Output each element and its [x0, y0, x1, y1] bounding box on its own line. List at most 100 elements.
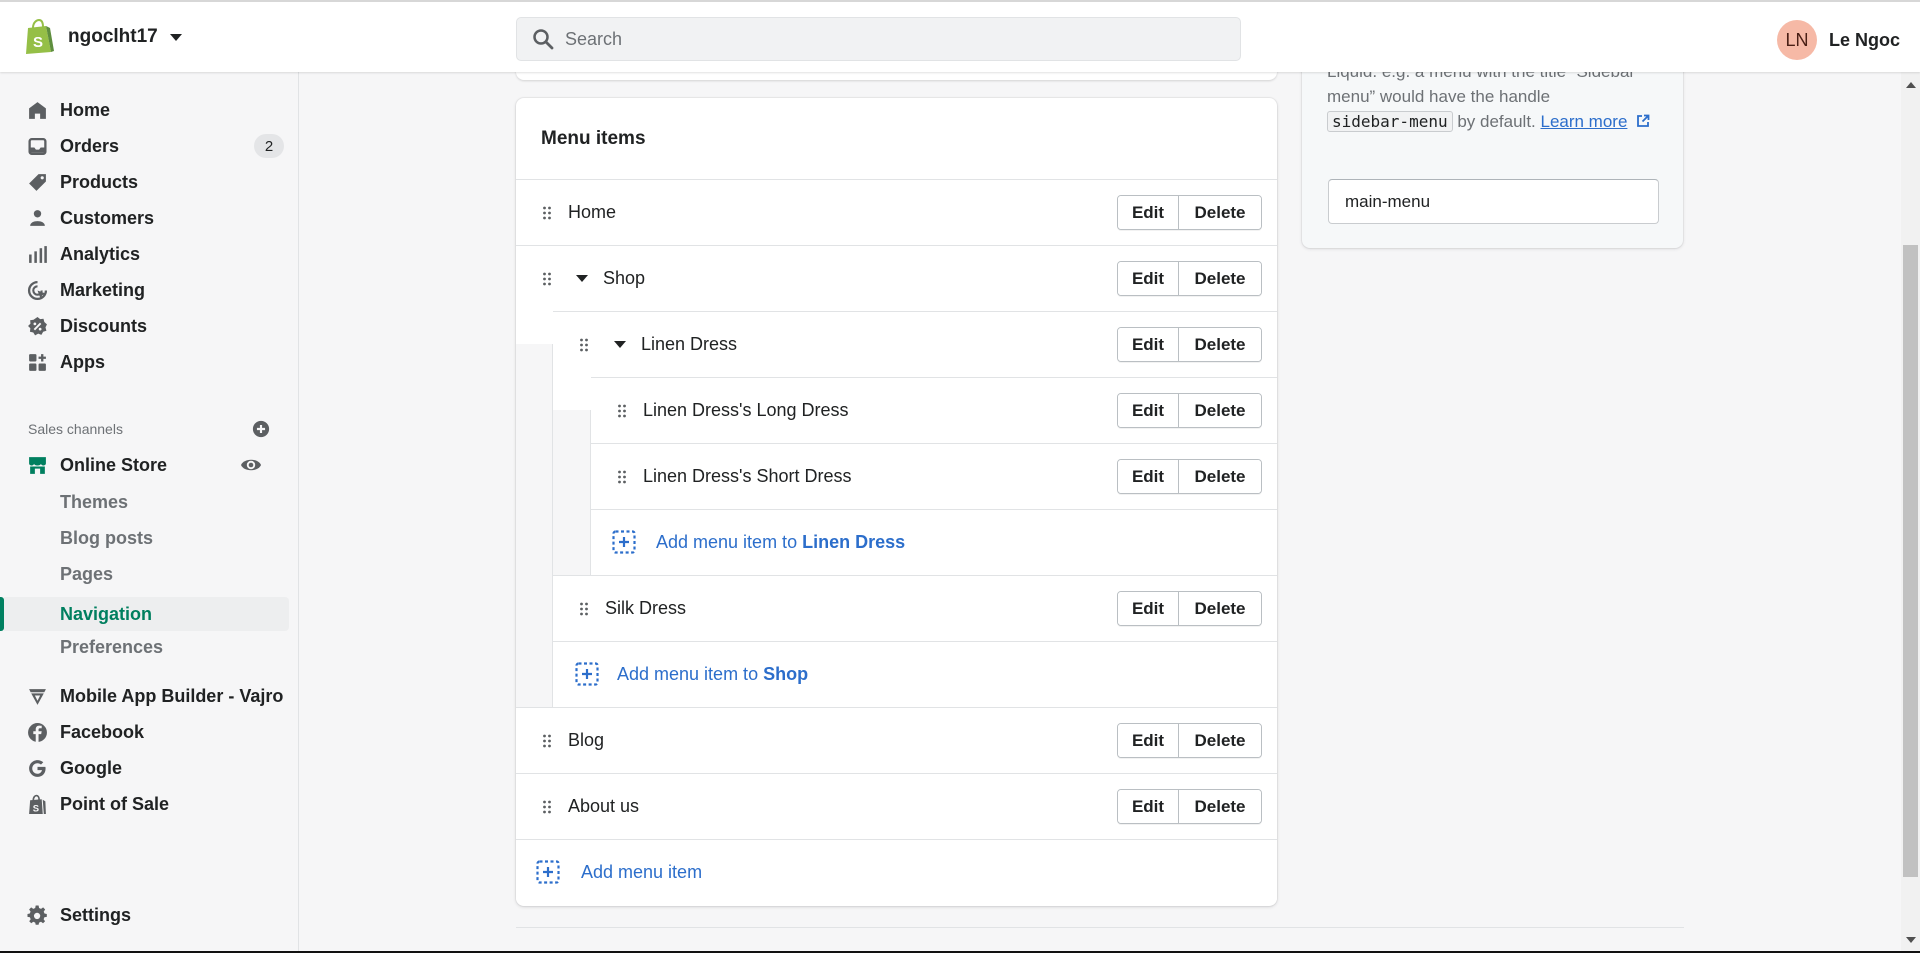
learn-more-link[interactable]: Learn more	[1540, 112, 1627, 131]
edit-button[interactable]: Edit	[1118, 196, 1179, 229]
row-actions: Edit Delete	[1117, 195, 1262, 230]
sidebar-subitem-label: Pages	[60, 563, 114, 584]
edit-button[interactable]: Edit	[1118, 328, 1179, 361]
drag-handle-icon[interactable]	[542, 206, 552, 220]
menu-item-name: Blog	[568, 730, 605, 750]
page-scrollbar[interactable]	[1901, 72, 1920, 951]
sidebar-subitem-themes[interactable]: Themes	[0, 484, 290, 520]
drag-handle-icon[interactable]	[617, 404, 627, 418]
delete-button[interactable]: Delete	[1179, 460, 1261, 493]
delete-button[interactable]: Delete	[1179, 592, 1261, 625]
sidebar-subitem-preferences[interactable]: Preferences	[0, 629, 290, 665]
add-sales-channel-icon[interactable]	[252, 420, 270, 438]
add-menu-item-row[interactable]: Add menu item to Linen Dress	[591, 509, 1277, 575]
menu-item-name: Home	[568, 202, 617, 222]
facebook-icon	[26, 721, 48, 743]
delete-button[interactable]: Delete	[1179, 394, 1261, 427]
add-menu-item-link[interactable]: Add menu item to Shop	[617, 664, 808, 685]
sidebar-item-online-store[interactable]: Online Store	[0, 447, 290, 483]
add-prefix: Add menu item	[581, 862, 703, 882]
menu-item-name: Linen Dress's Short Dress	[643, 466, 852, 486]
collapse-caret-icon[interactable]	[614, 341, 626, 348]
add-menu-item-row[interactable]: Add menu item	[516, 839, 1277, 905]
add-prefix: Add menu item to	[656, 532, 803, 552]
sidebar: Home Orders 2 Products Customers Analyti…	[0, 72, 299, 951]
orders-icon	[26, 135, 48, 157]
sidebar-item-point-of-sale[interactable]: S Point of Sale	[0, 786, 290, 822]
eye-icon[interactable]	[240, 454, 262, 476]
sidebar-item-products[interactable]: Products	[0, 164, 290, 200]
edit-button[interactable]: Edit	[1118, 724, 1179, 757]
store-switcher[interactable]: S ngoclht17	[24, 18, 182, 56]
sidebar-item-facebook[interactable]: Facebook	[0, 714, 290, 750]
add-prefix: Add menu item to	[617, 664, 764, 684]
chevron-down-icon	[169, 33, 182, 41]
menu-item-row: Silk Dress Edit Delete	[553, 575, 1277, 641]
edit-button[interactable]: Edit	[1118, 460, 1179, 493]
add-menu-item-row[interactable]: Add menu item to Shop	[553, 641, 1277, 707]
sidebar-item-customers[interactable]: Customers	[0, 200, 290, 236]
drag-handle-icon[interactable]	[579, 602, 589, 616]
drag-handle-icon[interactable]	[542, 800, 552, 814]
add-item-icon	[575, 662, 599, 686]
edit-button[interactable]: Edit	[1118, 394, 1179, 427]
help-line: by default.	[1452, 112, 1541, 131]
sidebar-item-apps[interactable]: Apps	[0, 344, 290, 380]
sidebar-item-settings[interactable]: Settings	[0, 897, 290, 933]
sidebar-item-analytics[interactable]: Analytics	[0, 236, 290, 272]
sidebar-item-vajro[interactable]: Mobile App Builder - Vajro	[0, 678, 290, 714]
indent-gutter-level1	[516, 344, 553, 740]
sidebar-item-label: Google	[60, 757, 122, 778]
gear-icon	[26, 904, 48, 926]
sidebar-item-label: Discounts	[60, 315, 148, 336]
delete-button[interactable]: Delete	[1179, 196, 1261, 229]
user-menu[interactable]: LN Le Ngoc	[1776, 20, 1900, 60]
sidebar-subitem-pages[interactable]: Pages	[0, 556, 290, 592]
delete-button[interactable]: Delete	[1179, 328, 1261, 361]
menu-item-row: Blog Edit Delete	[516, 707, 1277, 773]
delete-button[interactable]: Delete	[1179, 724, 1261, 757]
delete-button[interactable]: Delete	[1179, 262, 1261, 295]
drag-handle-icon[interactable]	[617, 470, 627, 484]
sidebar-subitem-label: Navigation	[60, 603, 153, 624]
collapse-caret-icon[interactable]	[576, 275, 588, 282]
add-target: Linen Dress	[802, 532, 906, 552]
sidebar-item-label: Analytics	[60, 243, 141, 264]
add-item-icon	[536, 860, 560, 884]
bar-chart-icon	[26, 243, 48, 265]
menu-items-card: Menu items Home Edit Delete Shop Edit Dele…	[516, 98, 1277, 906]
drag-handle-icon[interactable]	[542, 734, 552, 748]
menu-item-row: Shop Edit Delete	[516, 245, 1277, 311]
search-input[interactable]	[565, 28, 1205, 50]
sidebar-item-discounts[interactable]: Discounts	[0, 308, 290, 344]
person-icon	[26, 207, 48, 229]
edit-button[interactable]: Edit	[1118, 790, 1179, 823]
sidebar-item-label: Products	[60, 171, 139, 192]
scroll-down-arrow-icon[interactable]	[1906, 937, 1916, 943]
menu-item-name: Silk Dress	[605, 598, 687, 618]
drag-handle-icon[interactable]	[579, 338, 589, 352]
sidebar-subitem-navigation[interactable]: Navigation	[4, 597, 289, 631]
marketing-icon	[26, 279, 48, 301]
handle-input[interactable]	[1328, 179, 1659, 224]
delete-button[interactable]: Delete	[1179, 790, 1261, 823]
handle-example-code: sidebar-menu	[1327, 111, 1453, 132]
add-menu-item-link[interactable]: Add menu item	[581, 862, 702, 883]
orders-count-badge: 2	[254, 134, 284, 158]
sidebar-item-label: Point of Sale	[60, 793, 170, 814]
sidebar-item-orders[interactable]: Orders 2	[0, 128, 290, 164]
sidebar-item-google[interactable]: Google	[0, 750, 290, 786]
learn-more-label: Learn more	[1540, 112, 1628, 131]
edit-button[interactable]: Edit	[1118, 262, 1179, 295]
sidebar-item-marketing[interactable]: Marketing	[0, 272, 290, 308]
scroll-thumb[interactable]	[1903, 245, 1918, 877]
discount-icon	[26, 315, 48, 337]
search-bar[interactable]	[516, 17, 1241, 61]
sidebar-item-home[interactable]: Home	[0, 92, 290, 128]
sidebar-subitem-blog-posts[interactable]: Blog posts	[0, 520, 290, 556]
drag-handle-icon[interactable]	[542, 272, 552, 286]
scroll-up-arrow-icon[interactable]	[1906, 82, 1916, 88]
apps-icon	[26, 351, 48, 373]
add-menu-item-link[interactable]: Add menu item to Linen Dress	[656, 532, 905, 553]
edit-button[interactable]: Edit	[1118, 592, 1179, 625]
